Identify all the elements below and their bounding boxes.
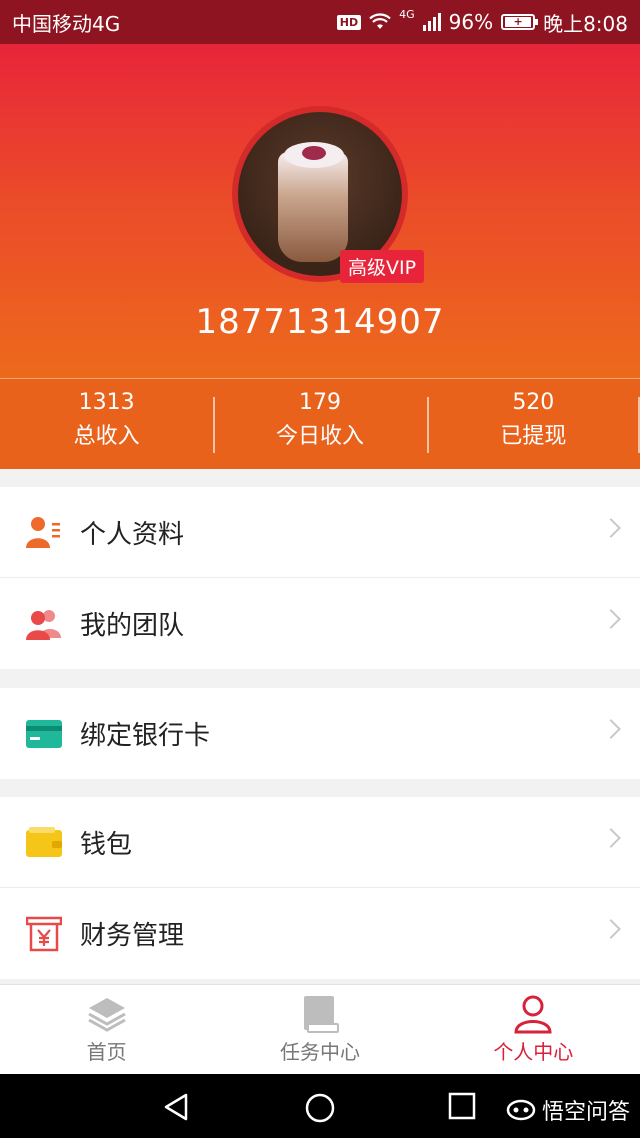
tab-home[interactable]: 首页 bbox=[0, 985, 213, 1074]
wallet-icon bbox=[26, 824, 62, 860]
stat-value: 179 bbox=[298, 390, 341, 415]
menu-group-profile: 个人资料 我的团队 bbox=[0, 487, 640, 669]
chevron-right-icon bbox=[601, 828, 621, 848]
layers-icon bbox=[87, 998, 126, 1032]
clock: 晚上8:08 bbox=[543, 11, 628, 36]
id-card-person-icon bbox=[26, 514, 62, 550]
stats-bar: 1313 总收入 179 今日收入 520 已提现 bbox=[0, 378, 640, 469]
menu-group-bank: 绑定银行卡 bbox=[0, 688, 640, 779]
stat-label: 今日收入 bbox=[275, 424, 364, 449]
menu-item-bind-card[interactable]: 绑定银行卡 bbox=[0, 688, 640, 779]
home-circle-icon[interactable] bbox=[304, 1092, 336, 1124]
battery-icon: + bbox=[501, 14, 539, 30]
stat-value: 520 bbox=[512, 390, 555, 415]
vip-badge: 高级VIP bbox=[340, 250, 425, 283]
chevron-right-icon bbox=[601, 719, 621, 739]
tab-label: 任务中心 bbox=[279, 1040, 360, 1064]
chevron-right-icon bbox=[601, 919, 621, 939]
bank-card-icon bbox=[26, 716, 62, 752]
carrier-label: 中国移动4G bbox=[12, 11, 121, 36]
watermark-text: 悟空问答 bbox=[541, 1100, 630, 1125]
stat-withdrawn[interactable]: 520 已提现 bbox=[426, 379, 640, 469]
menu-label: 个人资料 bbox=[80, 519, 185, 550]
profile-header: 高级VIP 18771314907 bbox=[0, 44, 640, 378]
team-icon bbox=[26, 606, 62, 642]
menu-item-personal-info[interactable]: 个人资料 bbox=[0, 487, 640, 578]
back-icon[interactable] bbox=[162, 1092, 192, 1122]
stat-value: 1313 bbox=[78, 390, 135, 415]
wukong-logo-icon bbox=[506, 1099, 536, 1121]
menu-label: 钱包 bbox=[80, 829, 133, 860]
watermark: 悟空问答 bbox=[506, 1094, 630, 1126]
yuan-receipt-icon bbox=[26, 916, 62, 952]
signal-icon bbox=[422, 13, 441, 31]
system-nav-bar: 悟空问答 bbox=[0, 1074, 640, 1138]
phone-number: 18771314907 bbox=[195, 302, 445, 342]
bottom-tab-bar: 首页 任务中心 个人中心 bbox=[0, 984, 640, 1074]
chevron-right-icon bbox=[601, 518, 621, 538]
stat-total-income[interactable]: 1313 总收入 bbox=[0, 379, 213, 469]
hd-icon: HD bbox=[336, 14, 362, 30]
network-type: 4G bbox=[399, 7, 415, 21]
stat-label: 已提现 bbox=[500, 424, 567, 449]
stat-today-income[interactable]: 179 今日收入 bbox=[213, 379, 426, 469]
tab-label: 首页 bbox=[86, 1040, 127, 1064]
menu-item-finance[interactable]: 财务管理 bbox=[0, 888, 640, 979]
menu-label: 财务管理 bbox=[80, 921, 185, 951]
person-icon bbox=[514, 995, 552, 1034]
tab-label: 个人中心 bbox=[493, 1040, 574, 1064]
menu-label: 我的团队 bbox=[80, 611, 185, 641]
battery-percent: 96% bbox=[448, 10, 494, 34]
chevron-right-icon bbox=[601, 609, 621, 629]
tab-personal-center[interactable]: 个人中心 bbox=[427, 985, 640, 1074]
status-bar: 中国移动4G HD 4G 96% + 晚上8:08 bbox=[0, 0, 640, 44]
menu-group-finance: 钱包 财务管理 bbox=[0, 797, 640, 979]
menu-label: 绑定银行卡 bbox=[80, 721, 211, 751]
stat-label: 总收入 bbox=[73, 424, 140, 449]
wifi-icon bbox=[369, 13, 391, 29]
menu-item-my-team[interactable]: 我的团队 bbox=[0, 578, 640, 669]
recents-icon[interactable] bbox=[448, 1092, 476, 1120]
menu-item-wallet[interactable]: 钱包 bbox=[0, 797, 640, 888]
book-icon bbox=[303, 996, 339, 1033]
tab-task-center[interactable]: 任务中心 bbox=[213, 985, 426, 1074]
